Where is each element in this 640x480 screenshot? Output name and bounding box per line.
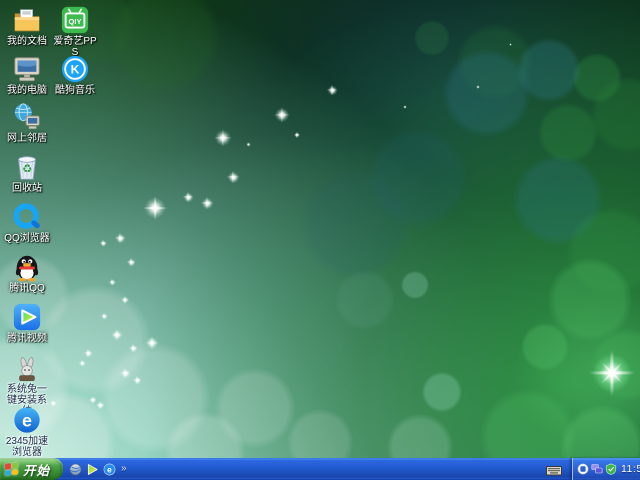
- icon-label: 我的电脑: [7, 85, 47, 96]
- desktop-icon-network-places[interactable]: 网上邻居: [3, 102, 51, 144]
- icon-label: 腾讯QQ: [9, 283, 45, 294]
- desktop-icon-tencent-qq[interactable]: 腾讯QQ: [3, 252, 51, 294]
- icon-label: QQ浏览器: [4, 233, 50, 244]
- start-button-label: 开始: [23, 460, 50, 479]
- svg-text:QIY: QIY: [69, 17, 82, 26]
- svg-text:e: e: [22, 411, 32, 431]
- svg-text:K: K: [71, 63, 80, 77]
- my-computer-icon: [12, 54, 42, 84]
- desktop-icon-my-computer[interactable]: 我的电脑: [3, 54, 51, 96]
- desktop-icon-2345-browser[interactable]: e 2345加速浏览器: [3, 405, 51, 458]
- desktop-icon-my-documents[interactable]: 我的文档: [3, 5, 51, 47]
- iqiyi-pps-icon: QIY: [60, 5, 90, 35]
- icon-label: 2345加速浏览器: [3, 436, 51, 458]
- 2345-browser-icon: e: [12, 405, 42, 435]
- quick-launch-overflow-chevron[interactable]: »: [121, 464, 127, 474]
- desktop-icon-qq-browser[interactable]: QQ浏览器: [3, 202, 51, 244]
- recycle-bin-icon: ♻: [12, 152, 42, 182]
- icon-label: 腾讯视频: [7, 333, 47, 344]
- tencent-qq-icon: [12, 252, 42, 282]
- desktop-icon-tencent-video[interactable]: 腾讯视频: [3, 302, 51, 344]
- start-button[interactable]: 开始: [0, 458, 63, 480]
- xitongtu-rabbit-icon: [14, 357, 40, 383]
- icon-label: 网上邻居: [7, 133, 47, 144]
- svg-text:♻: ♻: [22, 163, 32, 176]
- quick-launch-bar: e »: [68, 458, 127, 480]
- desktop-icon-kugou-music[interactable]: K 酷狗音乐: [51, 54, 99, 96]
- windows-flag-icon: [5, 462, 19, 476]
- quick-launch-browser-globe-icon[interactable]: [68, 462, 82, 476]
- quick-launch-media-player-icon[interactable]: [85, 462, 99, 476]
- system-tray: 11:58: [572, 458, 640, 480]
- icon-label: 我的文档: [7, 36, 47, 47]
- taskbar: 开始 e: [0, 458, 640, 480]
- tray-security-icon[interactable]: [605, 463, 617, 475]
- desktop-icon-iqiyi-pps[interactable]: QIY 爱奇艺PPS: [51, 5, 99, 58]
- kugou-music-icon: K: [60, 54, 90, 84]
- tencent-video-icon: [12, 302, 42, 332]
- taskbar-clock[interactable]: 11:58: [621, 463, 640, 475]
- tray-input-method-icon[interactable]: [577, 463, 589, 475]
- svg-text:e: e: [107, 464, 112, 474]
- language-bar-keyboard-icon[interactable]: [546, 463, 562, 480]
- quick-launch-2345-browser-icon[interactable]: e: [102, 462, 116, 476]
- desktop-icon-recycle-bin[interactable]: ♻ 回收站: [3, 152, 51, 194]
- network-places-icon: [12, 102, 42, 132]
- tray-network-icon[interactable]: [591, 463, 603, 475]
- icon-label: 酷狗音乐: [55, 85, 95, 96]
- desktop[interactable]: 我的文档 QIY 爱奇艺PPS 我的电脑: [0, 0, 640, 480]
- my-documents-icon: [12, 5, 42, 35]
- icon-label: 回收站: [12, 183, 42, 194]
- qq-browser-icon: [12, 202, 42, 232]
